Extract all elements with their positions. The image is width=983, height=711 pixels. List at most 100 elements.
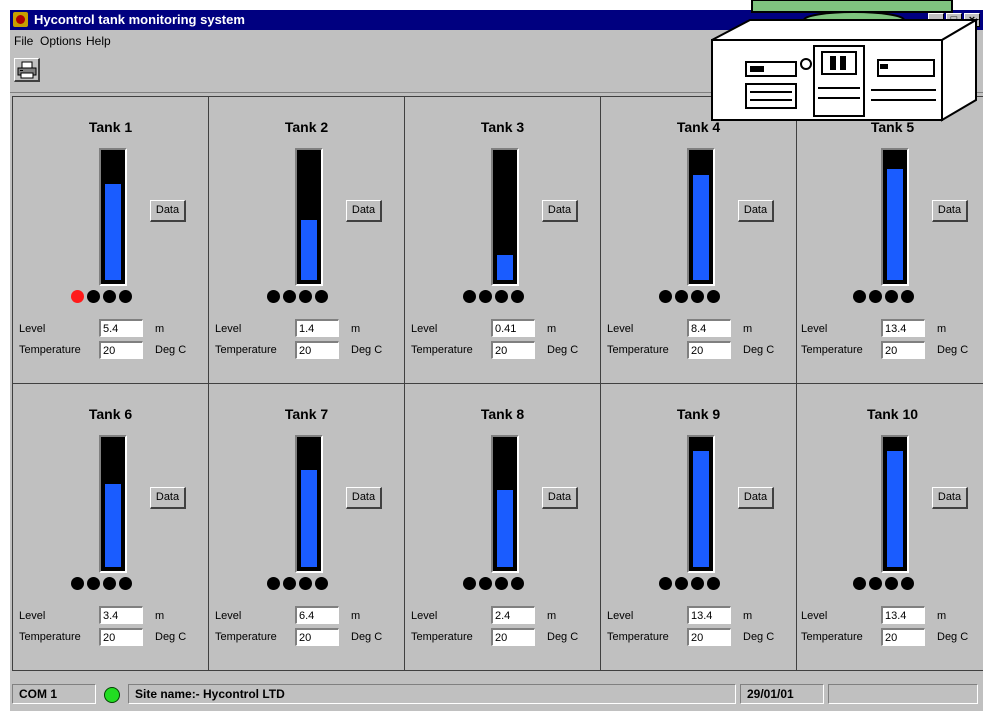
connection-indicator-icon [104,687,120,703]
status-led-icon [901,290,914,303]
level-field[interactable]: 5.4 [99,319,143,337]
menu-help[interactable]: Help [86,34,111,48]
temperature-label: Temperature [19,344,81,356]
tank-panel: Tank 10 Data Level 13.4 m Temperature 20 Deg C [795,384,983,671]
status-led-icon [119,577,132,590]
level-unit: m [155,323,165,335]
temperature-field[interactable]: 20 [491,628,535,646]
level-gauge-fill [301,219,317,280]
data-button[interactable]: Data [150,200,186,222]
temperature-field[interactable]: 20 [99,341,143,359]
level-field[interactable]: 1.4 [295,319,339,337]
status-leds [463,290,527,304]
temperature-field[interactable]: 20 [881,628,925,646]
level-unit: m [351,323,361,335]
app-icon [13,12,28,27]
level-gauge-fill [887,451,903,567]
level-gauge [687,435,715,573]
alarm-led-icon [71,290,84,303]
level-gauge [295,148,323,286]
data-button[interactable]: Data [346,487,382,509]
temperature-field[interactable]: 20 [491,341,535,359]
tank-title: Tank 6 [88,406,133,422]
status-led-icon [103,290,116,303]
menu-file[interactable]: File [14,34,33,48]
alarm-led-icon [853,577,866,590]
tank-title: Tank 10 [866,406,919,422]
tank-title: Tank 8 [480,406,525,422]
data-button[interactable]: Data [738,200,774,222]
temperature-unit: Deg C [155,344,187,356]
tank-panel: Tank 2 Data Level 1.4 m Temperature 20 Deg C [209,97,405,384]
status-led-icon [87,577,100,590]
data-button[interactable]: Data [932,200,968,222]
level-unit: m [937,323,947,335]
temperature-field[interactable]: 20 [295,341,339,359]
status-led-icon [495,577,508,590]
status-led-icon [283,577,296,590]
temperature-unit: Deg C [937,344,969,356]
temperature-unit: Deg C [743,344,775,356]
status-led-icon [283,290,296,303]
level-field[interactable]: 13.4 [881,319,925,337]
status-leds [659,577,723,591]
level-field[interactable]: 2.4 [491,606,535,624]
temperature-label: Temperature [19,631,81,643]
level-label: Level [801,323,828,335]
alarm-led-icon [463,577,476,590]
level-unit: m [351,610,361,622]
tank-title: Tank 1 [88,119,133,135]
status-led-icon [511,577,524,590]
level-field[interactable]: 8.4 [687,319,731,337]
status-led-icon [869,577,882,590]
temperature-unit: Deg C [351,344,383,356]
tank-panel: Tank 1 Data Level 5.4 m Temperature 20 Deg C [13,97,209,384]
level-label: Level [215,610,242,622]
status-date: 29/01/01 [740,684,824,704]
status-led-icon [901,577,914,590]
temperature-label: Temperature [607,631,669,643]
level-gauge-fill [105,483,121,567]
level-label: Level [19,610,46,622]
status-bar: COM 1 Site name:- Hycontrol LTD 29/01/01 [10,678,983,706]
level-label: Level [215,323,242,335]
level-field[interactable]: 6.4 [295,606,339,624]
temperature-field[interactable]: 20 [687,628,731,646]
temperature-unit: Deg C [743,631,775,643]
data-button[interactable]: Data [150,487,186,509]
level-field[interactable]: 13.4 [687,606,731,624]
data-button[interactable]: Data [346,200,382,222]
alarm-led-icon [267,290,280,303]
status-leds [659,290,723,304]
temperature-unit: Deg C [351,631,383,643]
menu-options[interactable]: Options [40,34,81,48]
temperature-field[interactable]: 20 [687,341,731,359]
temperature-unit: Deg C [547,344,579,356]
level-field[interactable]: 0.41 [491,319,535,337]
tank-title: Tank 2 [284,119,329,135]
data-button[interactable]: Data [932,487,968,509]
temperature-field[interactable]: 20 [295,628,339,646]
level-field[interactable]: 13.4 [881,606,925,624]
alarm-led-icon [659,577,672,590]
data-button[interactable]: Data [542,200,578,222]
status-led-icon [511,290,524,303]
data-button[interactable]: Data [542,487,578,509]
temperature-label: Temperature [607,344,669,356]
status-led-icon [479,290,492,303]
status-led-icon [707,290,720,303]
level-field[interactable]: 3.4 [99,606,143,624]
data-button[interactable]: Data [738,487,774,509]
tank-panel: Tank 9 Data Level 13.4 m Temperature 20 Deg C [601,384,797,671]
level-gauge-fill [887,169,903,280]
status-led-icon [691,290,704,303]
temperature-field[interactable]: 20 [881,341,925,359]
print-button[interactable] [14,58,40,82]
tank-title: Tank 3 [480,119,525,135]
level-unit: m [743,323,753,335]
status-leds [71,290,135,304]
tank-panel: Tank 7 Data Level 6.4 m Temperature 20 Deg C [209,384,405,671]
temperature-field[interactable]: 20 [99,628,143,646]
level-label: Level [411,610,438,622]
temperature-label: Temperature [411,344,473,356]
